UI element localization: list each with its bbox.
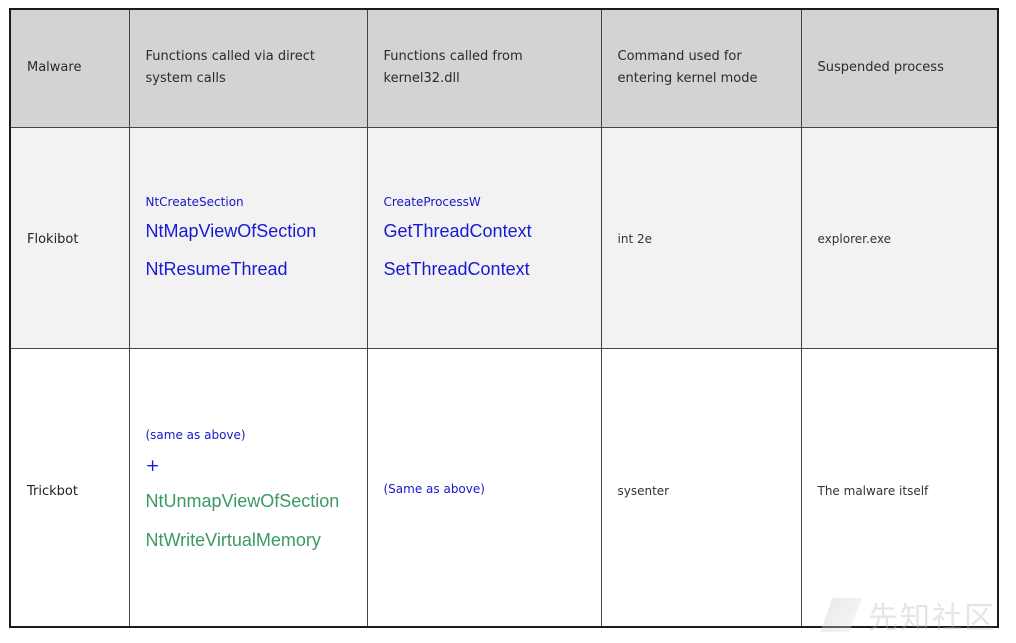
function-link[interactable]: CreateProcessW bbox=[384, 195, 585, 209]
function-link[interactable]: NtResumeThread bbox=[146, 259, 351, 280]
kernel32-calls-cell: CreateProcessW GetThreadContext SetThrea… bbox=[366, 126, 602, 349]
kernel-mode-command-cell: int 2e bbox=[600, 126, 802, 349]
direct-calls-cell: (same as above) + NtUnmapViewOfSection N… bbox=[128, 347, 368, 626]
function-link[interactable]: NtMapViewOfSection bbox=[146, 221, 351, 242]
table-header-row: Malware Functions called via direct syst… bbox=[11, 10, 997, 128]
comparison-table-frame: Malware Functions called via direct syst… bbox=[9, 8, 999, 628]
direct-calls-cell: NtCreateSection NtMapViewOfSection NtRes… bbox=[128, 126, 368, 349]
malware-name: Flokibot bbox=[27, 232, 79, 247]
same-as-above-note: (Same as above) bbox=[383, 482, 485, 497]
table-row: Trickbot (same as above) + NtUnmapViewOf… bbox=[11, 347, 997, 626]
function-link[interactable]: SetThreadContext bbox=[384, 259, 585, 280]
malware-name: Trickbot bbox=[27, 483, 78, 499]
suspended-process: explorer.exe bbox=[817, 232, 892, 246]
suspended-process-cell: The malware itself bbox=[800, 347, 997, 626]
table-row: Flokibot NtCreateSection NtMapViewOfSect… bbox=[11, 126, 997, 349]
same-as-above-note: (same as above) bbox=[145, 427, 246, 442]
kernel-mode-command: sysenter bbox=[617, 483, 670, 498]
malware-comparison-table: Malware Functions called via direct syst… bbox=[11, 10, 997, 626]
header-kernel32-functions: Functions called from kernel32.dll bbox=[366, 10, 602, 128]
watermark-text: 先知社区 bbox=[868, 601, 996, 636]
kernel-mode-command-cell: sysenter bbox=[600, 347, 802, 626]
header-suspended-process: Suspended process bbox=[800, 10, 997, 128]
xianzhi-logo-icon bbox=[820, 598, 862, 632]
header-kernel-mode-command: Command used for entering kernel mode bbox=[600, 10, 802, 128]
function-link[interactable]: GetThreadContext bbox=[384, 221, 585, 242]
plus-sign: + bbox=[145, 455, 160, 476]
function-link[interactable]: NtCreateSection bbox=[146, 195, 351, 209]
watermark: 先知社区 bbox=[820, 593, 996, 637]
kernel32-calls-cell: (Same as above) bbox=[366, 347, 602, 626]
header-direct-syscalls: Functions called via direct system calls bbox=[128, 10, 368, 128]
malware-cell: Trickbot bbox=[11, 347, 130, 626]
suspended-process: The malware itself bbox=[817, 483, 929, 498]
malware-cell: Flokibot bbox=[11, 126, 130, 349]
kernel-mode-command: int 2e bbox=[617, 232, 652, 246]
function-link[interactable]: NtUnmapViewOfSection bbox=[146, 491, 351, 512]
suspended-process-cell: explorer.exe bbox=[800, 126, 997, 349]
header-malware: Malware bbox=[11, 10, 130, 128]
function-link[interactable]: NtWriteVirtualMemory bbox=[146, 530, 351, 551]
